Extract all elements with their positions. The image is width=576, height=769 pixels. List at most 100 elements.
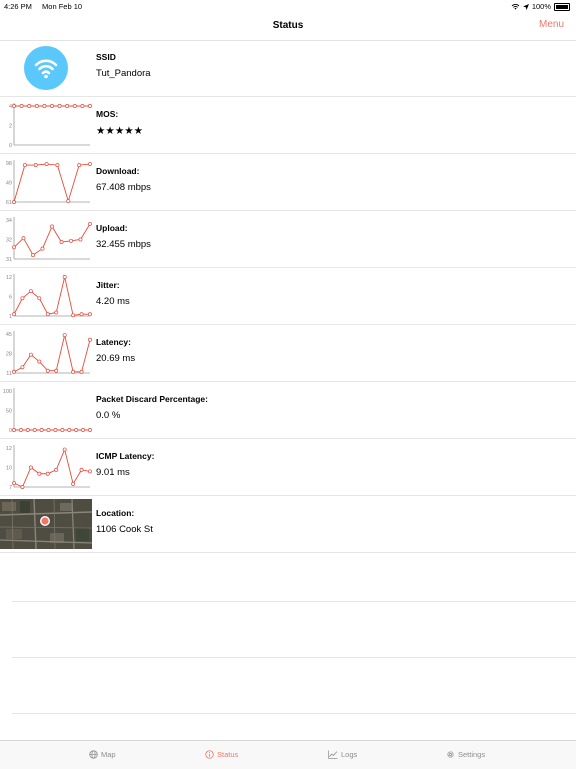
row-value: 9.01 ms [96,467,130,478]
status-date: Mon Feb 10 [42,2,83,11]
sparkline-svg: 100 50 0 [3,388,92,434]
data-point [20,296,25,301]
icmp-latency-chart: 12 10 7 [0,442,92,492]
data-point [71,369,76,374]
tab-map[interactable]: Map [89,750,116,759]
location-map-thumbnail [0,499,92,549]
data-point [12,245,16,250]
y-tick-label: 32 [6,238,12,244]
row-divider [12,713,576,714]
data-point [12,369,16,374]
tab-label: Settings [458,750,486,759]
data-point [28,465,33,470]
data-point [12,481,16,486]
data-point [53,428,58,432]
list-item-jitter[interactable]: 12 6 1 Jitter: 4.20 ms [0,268,576,325]
y-tick-label: 4 [9,104,12,110]
tab-bar: Map Status Logs Settings [0,740,576,769]
list-item-ssid[interactable]: SSID Tut_Pandora [0,40,576,97]
row-value: 32.455 mbps [96,239,151,250]
y-tick-label: 28 [6,352,12,358]
data-point [37,296,42,301]
row-value: Tut_Pandora [96,68,151,79]
data-point [28,352,33,357]
data-point [69,238,73,243]
battery-icon [554,2,570,11]
list-item-packet-discard[interactable]: 100 50 0 Packet Discard Percentage: 0.0 % [0,382,576,439]
row-title: Download: [96,166,140,176]
data-point [34,104,39,108]
data-point [88,221,92,226]
series-line [13,163,91,203]
tab-label: Map [101,750,116,759]
list-item-latency[interactable]: 45 28 11 Latency: 20.69 ms [0,325,576,382]
list-item-download[interactable]: 98 49 61 Download: 67.408 mbps [0,154,576,211]
tab-status[interactable]: Status [205,750,238,759]
mos-stars: ★★★★★ [96,125,144,137]
row-title: Upload: [96,223,128,233]
battery-percentage: 100% [531,2,551,11]
data-point [62,447,67,452]
y-tick-label: 12 [6,446,12,452]
y-tick-label: 34 [6,218,12,224]
list-item-mos[interactable]: 4 2 0 MOS: ★★★★★ [0,97,576,154]
navigation-bar: Status Menu [0,12,576,41]
row-divider [12,657,576,658]
data-point [37,359,42,364]
download-chart: 98 49 61 [0,157,92,207]
data-point [62,275,67,279]
data-point [44,162,49,167]
data-point [80,104,85,108]
list-item-icmp-latency[interactable]: 12 10 7 ICMP Latency: 9.01 ms [0,439,576,496]
data-point [72,104,77,108]
globe-icon [89,750,98,759]
list-item-upload[interactable]: 34 32 31 Upload: 32.455 mbps [0,211,576,268]
y-tick-label: 2 [9,124,12,130]
data-point [88,312,92,317]
data-point [20,365,25,370]
y-tick-label: 7 [9,485,12,491]
tab-settings[interactable]: Settings [446,750,485,759]
info-icon [205,750,214,759]
data-point [45,368,50,373]
data-point [55,163,60,168]
y-tick-label: 45 [6,332,12,338]
mos-chart: 4 2 0 [0,100,92,150]
row-value: 20.69 ms [96,353,136,364]
row-title: MOS: [96,109,119,119]
data-point [74,428,79,432]
sparkline-svg: 4 2 0 [9,103,92,149]
y-tick-label: 49 [6,181,12,187]
list-item-location[interactable]: Location: 1106 Cook St [0,496,576,553]
y-tick-label: 6 [9,295,12,301]
data-point [81,428,86,432]
data-point [50,104,54,108]
data-point [19,104,24,108]
tab-logs[interactable]: Logs [328,750,357,759]
data-point [88,428,92,432]
y-tick-label: 61 [6,200,12,206]
wifi-signal-icon [511,4,520,10]
y-tick-label: 10 [6,466,12,472]
gear-icon [447,751,454,758]
data-point [88,162,92,167]
tab-label: Status [217,750,239,759]
chart-icon [328,750,338,759]
row-value: 67.408 mbps [96,182,151,193]
data-point [12,104,16,108]
data-point [88,469,92,474]
row-title: Jitter: [96,280,120,290]
data-point [88,337,92,342]
row-value: 1106 Cook St [96,524,153,535]
data-point [79,467,84,472]
jitter-chart: 12 6 1 [0,271,92,321]
row-title: SSID [96,52,116,62]
y-tick-label: 1 [9,314,12,320]
row-title: ICMP Latency: [96,451,155,461]
series-line [13,276,90,316]
data-point [22,163,27,168]
row-divider [12,601,576,602]
menu-button[interactable]: Menu [539,19,564,30]
data-point [33,163,38,168]
series-line [13,335,91,373]
